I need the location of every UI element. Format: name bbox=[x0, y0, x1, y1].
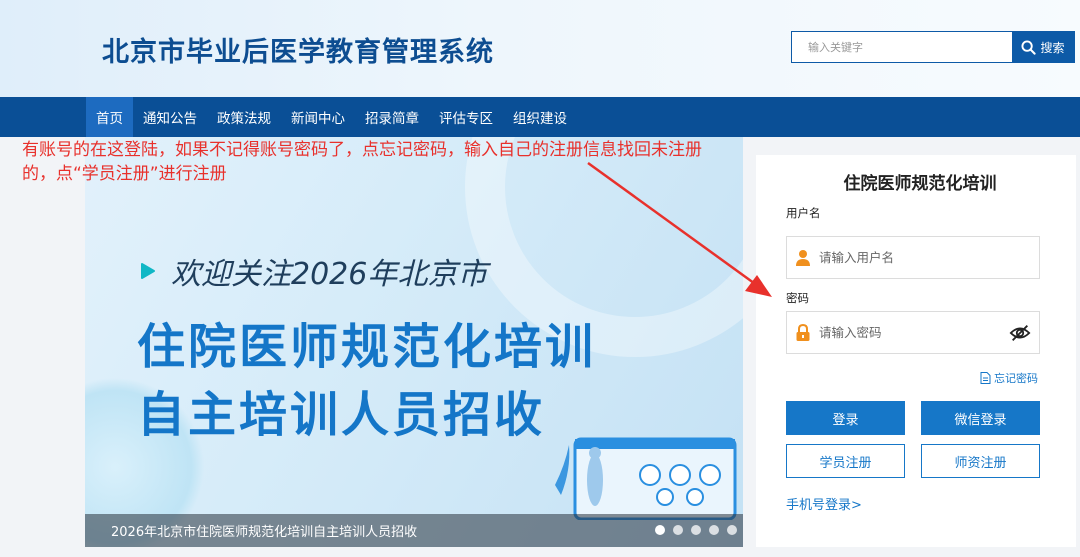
carousel-dot[interactable] bbox=[691, 525, 701, 535]
search-button-label: 搜索 bbox=[1040, 40, 1065, 55]
teacher-register-button[interactable]: 师资注册 bbox=[921, 444, 1040, 478]
phone-login-link[interactable]: 手机号登录> bbox=[786, 494, 862, 513]
search-icon bbox=[1021, 39, 1037, 55]
play-icon bbox=[141, 263, 155, 279]
nav-item-policies[interactable]: 政策法规 bbox=[207, 97, 281, 137]
password-label: 密码 bbox=[786, 291, 809, 305]
eye-off-icon[interactable] bbox=[1009, 322, 1031, 344]
instruction-annotation: 有账号的在这登陆，如果不记得账号密码了，点忘记密码，输入自己的注册信息找回未注册… bbox=[22, 138, 832, 186]
banner-carousel[interactable]: 欢迎关注2026年北京市 住院医师规范化培训 自主培训人员招收 2026年北京市… bbox=[85, 137, 743, 547]
banner-subtitle-text: 欢迎关注2026年北京市 bbox=[171, 257, 488, 292]
nav-item-organization[interactable]: 组织建设 bbox=[503, 97, 577, 137]
banner-headline-2: 自主培训人员招收 bbox=[137, 387, 546, 443]
document-icon bbox=[980, 372, 991, 384]
forgot-password-label: 忘记密码 bbox=[994, 372, 1038, 385]
carousel-dot[interactable] bbox=[673, 525, 683, 535]
banner-subtitle: 欢迎关注2026年北京市 bbox=[137, 249, 487, 293]
search-box: 搜索 bbox=[791, 31, 1075, 63]
carousel-dots bbox=[655, 525, 737, 535]
username-label: 用户名 bbox=[786, 206, 821, 220]
site-title: 北京市毕业后医学教育管理系统 bbox=[102, 37, 494, 68]
nav-item-home[interactable]: 首页 bbox=[86, 97, 133, 137]
banner-headline-1: 住院医师规范化培训 bbox=[137, 319, 597, 375]
banner-caption: 2026年北京市住院医师规范化培训自主培训人员招收 bbox=[111, 525, 418, 540]
user-icon bbox=[796, 249, 810, 266]
carousel-dot[interactable] bbox=[655, 525, 665, 535]
annotation-line: 有账号的在这登陆，如果不记得账号密码了，点忘记密码，输入自己的注册信息找回未注册 bbox=[22, 140, 702, 160]
annotation-line: 的，点“学员注册”进行注册 bbox=[22, 164, 227, 184]
medical-illustration-icon bbox=[555, 437, 737, 520]
carousel-dot[interactable] bbox=[727, 525, 737, 535]
login-button[interactable]: 登录 bbox=[786, 401, 905, 435]
forgot-password-link[interactable]: 忘记密码 bbox=[980, 370, 1038, 386]
password-input[interactable] bbox=[811, 325, 1009, 340]
header: 北京市毕业后医学教育管理系统 搜索 bbox=[0, 0, 1080, 97]
carousel-dot[interactable] bbox=[709, 525, 719, 535]
username-field bbox=[786, 236, 1040, 279]
nav-item-admissions[interactable]: 招录简章 bbox=[355, 97, 429, 137]
student-register-button[interactable]: 学员注册 bbox=[786, 444, 905, 478]
login-panel: 住院医师规范化培训 用户名 密码 忘记密码 登录 微信登录 学员注册 bbox=[756, 155, 1076, 547]
password-field bbox=[786, 311, 1040, 354]
username-input[interactable] bbox=[811, 250, 1039, 265]
nav-item-evaluation[interactable]: 评估专区 bbox=[429, 97, 503, 137]
search-button[interactable]: 搜索 bbox=[1012, 32, 1074, 62]
main-nav: 首页 通知公告 政策法规 新闻中心 招录简章 评估专区 组织建设 bbox=[0, 97, 1080, 137]
nav-item-notices[interactable]: 通知公告 bbox=[133, 97, 207, 137]
banner-caption-bar: 2026年北京市住院医师规范化培训自主培训人员招收 bbox=[85, 514, 743, 547]
lock-icon bbox=[796, 323, 810, 341]
search-input[interactable] bbox=[792, 32, 1012, 62]
wechat-login-button[interactable]: 微信登录 bbox=[921, 401, 1040, 435]
nav-item-news[interactable]: 新闻中心 bbox=[281, 97, 355, 137]
